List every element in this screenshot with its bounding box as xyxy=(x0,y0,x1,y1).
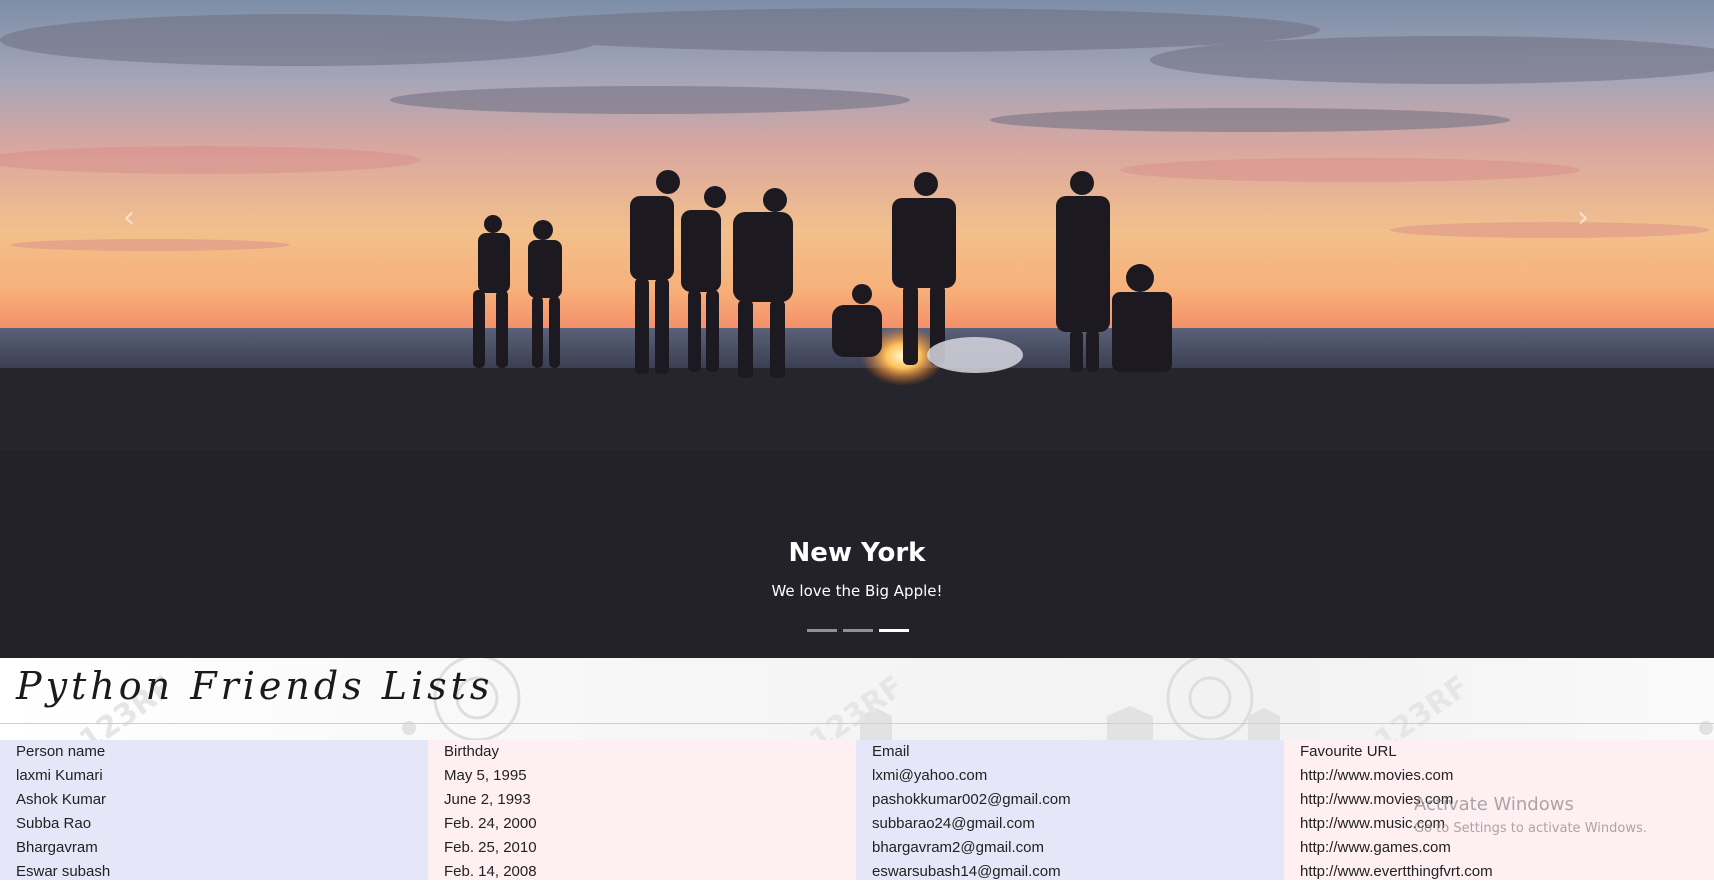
table-cell: Eswar subash xyxy=(16,863,111,880)
table-column-person-name: Person name laxmi Kumari Ashok Kumar Sub… xyxy=(0,740,428,880)
carousel-next-control[interactable]: › xyxy=(1568,200,1598,236)
svg-text:123RF: 123RF xyxy=(1368,669,1475,740)
column-header: Favourite URL xyxy=(1300,743,1397,760)
image-carousel: ‹ › New York We love the Big Apple! xyxy=(0,0,1714,658)
chevron-left-icon: ‹ xyxy=(123,200,135,235)
table-cell: subbarao24@gmail.com xyxy=(872,815,1035,832)
chevron-right-icon: › xyxy=(1577,200,1589,235)
table-cell: Bhargavram xyxy=(16,839,98,856)
table-cell: May 5, 1995 xyxy=(444,767,527,784)
table-cell: June 2, 1993 xyxy=(444,791,531,808)
table-cell: pashokkumar002@gmail.com xyxy=(872,791,1071,808)
table-cell: http://www.evertthingfvrt.com xyxy=(1300,863,1493,880)
carousel-indicator-1[interactable] xyxy=(807,629,837,632)
table-cell: laxmi Kumari xyxy=(16,767,103,784)
column-header: Email xyxy=(872,743,910,760)
caption-text: We love the Big Apple! xyxy=(771,582,943,600)
column-header: Birthday xyxy=(444,743,500,760)
table-cell: eswarsubash14@gmail.com xyxy=(872,863,1061,880)
carousel-prev-control[interactable]: ‹ xyxy=(114,200,144,236)
carousel-indicator-3[interactable] xyxy=(879,629,909,632)
caption-title: New York xyxy=(788,538,926,568)
activate-windows-title: Activate Windows xyxy=(1414,794,1574,815)
table-column-birthday: Birthday May 5, 1995 June 2, 1993 Feb. 2… xyxy=(428,740,856,880)
table-column-email: Email lxmi@yahoo.com pashokkumar002@gmai… xyxy=(856,740,1284,880)
table-cell: Feb. 14, 2008 xyxy=(444,863,537,880)
table-cell: http://www.movies.com xyxy=(1300,767,1454,784)
table-cell: Feb. 24, 2000 xyxy=(444,815,537,832)
svg-text:123RF: 123RF xyxy=(803,669,910,740)
carousel-indicator-2[interactable] xyxy=(843,629,873,632)
table-cell: Feb. 25, 2010 xyxy=(444,839,537,856)
table-cell: Ashok Kumar xyxy=(16,791,107,808)
carousel-indicators xyxy=(807,629,909,632)
table-cell: lxmi@yahoo.com xyxy=(872,767,988,784)
divider xyxy=(0,723,1714,724)
table-cell: bhargavram2@gmail.com xyxy=(872,839,1044,856)
activate-windows-watermark: Activate Windows Go to Settings to activ… xyxy=(1414,794,1647,836)
table-cell: Subba Rao xyxy=(16,815,92,832)
page-title: Python Friends Lists xyxy=(16,664,494,708)
column-header: Person name xyxy=(16,743,106,760)
title-banner: 123RF 123RF 123RF Python Friends Lists xyxy=(0,658,1714,740)
activate-windows-subtitle: Go to Settings to activate Windows. xyxy=(1414,821,1647,836)
table-cell: http://www.games.com xyxy=(1300,839,1451,856)
